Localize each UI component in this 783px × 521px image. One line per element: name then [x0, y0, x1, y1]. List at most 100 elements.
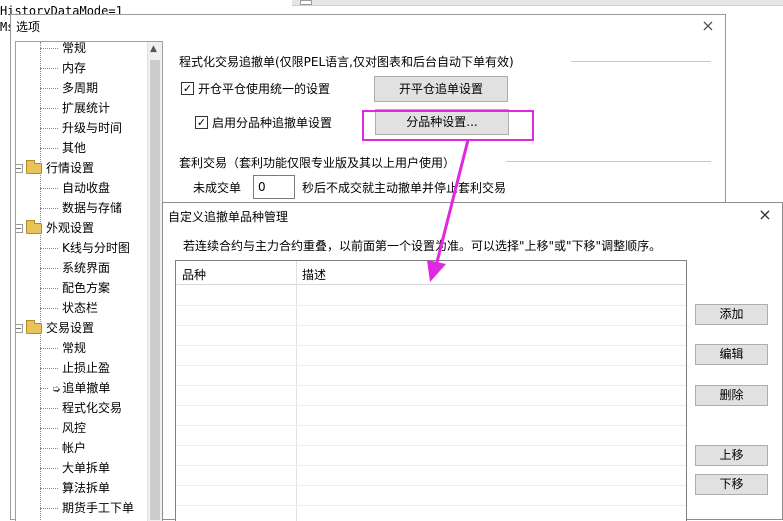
table-row[interactable]	[176, 505, 686, 506]
scroll-up-icon[interactable]: ▲	[150, 44, 157, 54]
tree-connector	[40, 268, 58, 269]
tree-leaf-item[interactable]: 常规	[40, 338, 86, 358]
collapse-icon[interactable]: −	[16, 324, 23, 333]
tree-folder-item[interactable]: − 行情设置	[16, 158, 95, 178]
tree-leaf-item[interactable]: 内存	[40, 58, 86, 78]
variety-management-dialog: 自定义追撤单品种管理 × 若连续合约与主力合约重叠，以前面第一个设置为准。可以选…	[162, 202, 783, 521]
table-header: 品种 描述	[176, 261, 686, 285]
collapse-icon[interactable]: −	[16, 164, 23, 173]
tree-connector	[40, 128, 58, 129]
tree-leaf-item[interactable]: 多周期	[40, 78, 98, 98]
tree-connector	[40, 508, 58, 509]
table-row[interactable]	[176, 385, 686, 386]
tree-item-label: 程式化交易	[62, 401, 123, 415]
close-icon[interactable]: ×	[699, 17, 717, 35]
folder-icon	[26, 320, 42, 334]
tree-item-label: 常规	[62, 341, 87, 355]
column-divider	[296, 261, 297, 521]
tree-item-label: 数据与存储	[62, 201, 123, 215]
hint-text: 若连续合约与主力合约重叠，以前面第一个设置为准。可以选择"上移"或"下移"调整顺…	[183, 239, 662, 253]
tree-item-label: 风控	[62, 421, 87, 435]
tree-connector	[40, 288, 58, 289]
current-item-arrow-icon: ➭	[52, 384, 61, 395]
tree-leaf-item[interactable]: 帐户	[40, 438, 86, 458]
table-row[interactable]	[176, 345, 686, 346]
checkbox-checked-icon[interactable]: ✓	[181, 82, 194, 95]
add-button[interactable]: 添加	[695, 304, 768, 325]
column-header-description[interactable]: 描述	[302, 266, 326, 283]
tree-connector	[40, 408, 58, 409]
variety-table[interactable]: 品种 描述	[175, 260, 687, 521]
tree-item-label: K线与分时图	[62, 241, 130, 255]
table-row[interactable]	[176, 485, 686, 486]
move-up-button[interactable]: 上移	[695, 445, 768, 466]
highlight-annotation	[362, 110, 534, 141]
section-divider	[506, 161, 711, 162]
folder-icon	[26, 160, 42, 174]
checkbox-label: 启用分品种追撤单设置	[212, 116, 333, 130]
table-row[interactable]	[176, 425, 686, 426]
tree-leaf-item[interactable]: 程式化交易	[40, 398, 122, 418]
by-variety-checkbox[interactable]: ✓ 启用分品种追撤单设置	[195, 114, 332, 131]
tree-leaf-item[interactable]: 扩展统计	[40, 98, 110, 118]
unfilled-label: 未成交单	[193, 181, 242, 195]
tree-leaf-item[interactable]: 大单拆单	[40, 458, 110, 478]
tree-connector	[40, 368, 58, 369]
tree-item-label: 配色方案	[62, 281, 111, 295]
tree-item-label: 扩展统计	[62, 101, 111, 115]
scrollbar-thumb[interactable]	[150, 60, 160, 520]
collapse-icon[interactable]: −	[16, 224, 23, 233]
close-icon[interactable]: ×	[756, 205, 774, 224]
table-row[interactable]	[176, 305, 686, 306]
move-down-button[interactable]: 下移	[695, 474, 768, 495]
tree-leaf-item[interactable]: 算法拆单	[40, 478, 110, 498]
table-row[interactable]	[176, 325, 686, 326]
tree-leaf-item[interactable]: K线与分时图	[40, 238, 130, 258]
tree-leaf-item[interactable]: 自动收盘	[40, 178, 110, 198]
tree-leaf-item[interactable]: 其他	[40, 138, 86, 158]
tree-leaf-item[interactable]: ➭ 追单撤单	[40, 378, 110, 398]
dialog-title: 自定义追撤单品种管理	[168, 210, 289, 224]
tree-connector	[40, 248, 58, 249]
tree-item-label: 行情设置	[46, 161, 95, 175]
tree-connector	[40, 428, 58, 429]
table-row[interactable]	[176, 365, 686, 366]
scrollbar-thumb[interactable]	[300, 0, 312, 5]
tree-connector	[40, 308, 58, 309]
tree-leaf-item[interactable]: 配色方案	[40, 278, 110, 298]
checkbox-checked-icon[interactable]: ✓	[195, 116, 208, 129]
tree-leaf-item[interactable]: 止损止盈	[40, 358, 110, 378]
tree-item-label: 交易设置	[46, 321, 95, 335]
tree-item-label: 常规	[62, 41, 87, 55]
tree-leaf-item[interactable]: 系统界面	[40, 258, 110, 278]
tree-item-label: 状态栏	[62, 301, 99, 315]
delete-button[interactable]: 删除	[695, 385, 768, 406]
tree-leaf-item[interactable]: 数据与存储	[40, 198, 122, 218]
unified-settings-checkbox[interactable]: ✓ 开仓平仓使用统一的设置	[181, 80, 330, 97]
tree-item-label: 止损止盈	[62, 361, 111, 375]
unfilled-seconds-input[interactable]: 0	[253, 175, 295, 199]
table-row[interactable]	[176, 445, 686, 446]
edit-button[interactable]: 编辑	[695, 344, 768, 365]
tree-leaf-item[interactable]: 升级与时间	[40, 118, 122, 138]
tree-connector	[40, 488, 58, 489]
tree-connector	[40, 348, 58, 349]
tree-item-label: 自动收盘	[62, 181, 111, 195]
tree-leaf-item[interactable]: 期货手工下单	[40, 498, 134, 518]
tree-connector	[40, 68, 58, 69]
horizontal-scrollbar[interactable]	[292, 0, 783, 6]
tree-leaf-item[interactable]: 状态栏	[40, 298, 98, 318]
tree-leaf-item[interactable]: 风控	[40, 418, 86, 438]
table-row[interactable]	[176, 465, 686, 466]
tree-item-label: 其他	[62, 141, 87, 155]
column-header-variety[interactable]: 品种	[182, 266, 206, 283]
section-title-program-trading: 程式化交易追撤单(仅限PEL语言,仅对图表和后台自动下单有效)	[179, 55, 514, 69]
tree-leaf-item[interactable]: 常规	[40, 41, 87, 58]
open-close-chase-settings-button[interactable]: 开平仓追单设置	[374, 76, 508, 102]
tree-item-label: 多周期	[62, 81, 99, 95]
table-row[interactable]	[176, 405, 686, 406]
tree-connector	[40, 188, 58, 189]
tree-scrollbar[interactable]: ▲	[147, 42, 162, 521]
tree-folder-item[interactable]: − 外观设置	[16, 218, 94, 238]
tree-folder-item[interactable]: − 交易设置	[16, 318, 95, 338]
